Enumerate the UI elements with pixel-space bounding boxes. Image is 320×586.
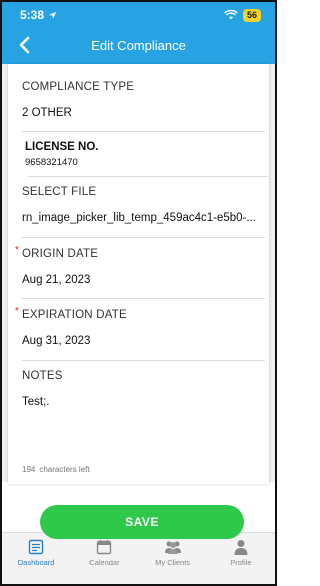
chevron-left-icon bbox=[19, 36, 30, 54]
header-bar: 5:38 56 Edit Compliance bbox=[2, 2, 275, 64]
license-value: 9658321470 bbox=[25, 157, 78, 168]
expiration-date-field[interactable]: * EXPIRATION DATE Aug 31, 2023 bbox=[15, 306, 265, 361]
calendar-icon bbox=[97, 539, 112, 555]
origin-date-field[interactable]: * ORIGIN DATE Aug 21, 2023 bbox=[15, 245, 265, 299]
dashboard-icon bbox=[28, 539, 44, 555]
license-label: LICENSE NO. bbox=[25, 141, 99, 153]
wifi-icon bbox=[224, 10, 238, 20]
notes-value: Test;. bbox=[22, 396, 50, 408]
select-file-field[interactable]: SELECT FILE rn_image_picker_lib_temp_459… bbox=[22, 186, 265, 238]
tab-my-clients-label: My Clients bbox=[155, 558, 191, 567]
origin-date-label: ORIGIN DATE bbox=[22, 248, 99, 260]
select-file-value: rn_image_picker_lib_temp_459ac4c1-e5b0-.… bbox=[22, 212, 256, 224]
compliance-form: COMPLIANCE TYPE 2 OTHER LICENSE NO. 9658… bbox=[8, 64, 269, 484]
bottom-tab-bar: Dashboard Calendar My Clients Profile bbox=[2, 532, 275, 584]
right-gutter bbox=[269, 64, 275, 482]
compliance-type-field[interactable]: COMPLIANCE TYPE 2 OTHER bbox=[22, 81, 265, 132]
save-button[interactable]: SAVE bbox=[40, 505, 244, 539]
status-bar: 5:38 56 bbox=[2, 2, 275, 28]
expiration-date-label: EXPIRATION DATE bbox=[22, 309, 127, 321]
license-field[interactable]: LICENSE NO. 9658321470 bbox=[25, 141, 268, 177]
tab-calendar[interactable]: Calendar bbox=[70, 533, 138, 584]
profile-icon bbox=[234, 540, 248, 555]
back-button[interactable] bbox=[14, 33, 34, 57]
tab-my-clients[interactable]: My Clients bbox=[139, 533, 207, 584]
notes-label: NOTES bbox=[22, 370, 63, 382]
location-arrow-icon bbox=[48, 11, 57, 19]
select-file-label: SELECT FILE bbox=[22, 186, 97, 198]
origin-date-value: Aug 21, 2023 bbox=[22, 274, 91, 286]
tab-calendar-label: Calendar bbox=[89, 558, 120, 567]
tab-profile[interactable]: Profile bbox=[207, 533, 275, 584]
characters-left: 194 characters left bbox=[22, 465, 94, 474]
compliance-type-value: 2 OTHER bbox=[22, 107, 72, 119]
required-mark: * bbox=[15, 245, 19, 256]
tab-dashboard-label: Dashboard bbox=[17, 558, 55, 567]
compliance-type-label: COMPLIANCE TYPE bbox=[22, 81, 135, 93]
page-title: Edit Compliance bbox=[91, 37, 186, 53]
required-mark: * bbox=[15, 306, 19, 317]
chars-left-count: 194 bbox=[22, 465, 36, 474]
tab-dashboard[interactable]: Dashboard bbox=[2, 533, 70, 584]
clients-icon bbox=[164, 541, 181, 554]
expiration-date-value: Aug 31, 2023 bbox=[22, 335, 91, 347]
battery-indicator: 56 bbox=[242, 8, 261, 22]
status-time: 5:38 bbox=[20, 8, 45, 22]
notes-field[interactable]: NOTES Test;. bbox=[22, 370, 265, 470]
tab-profile-label: Profile bbox=[230, 558, 252, 567]
chars-left-text: characters left bbox=[39, 465, 90, 474]
